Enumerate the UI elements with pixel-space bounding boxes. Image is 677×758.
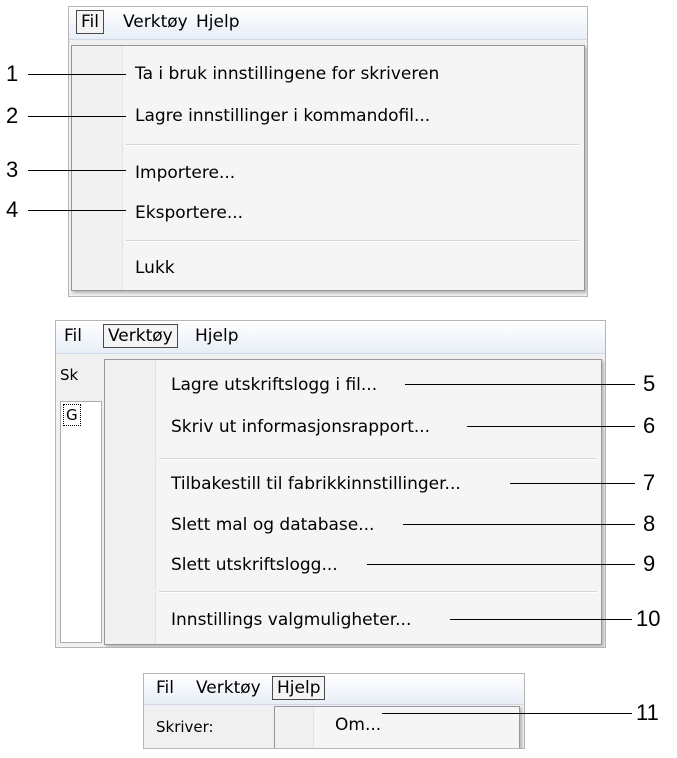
tools-dropdown: Lagre utskriftslogg i fil... Skriv ut in… bbox=[104, 359, 602, 645]
menu-verktoy[interactable]: Verktøy bbox=[103, 324, 178, 348]
menu-bar: Fil Verktøy Hjelp bbox=[69, 7, 587, 40]
callout-number: 1 bbox=[6, 61, 19, 86]
file-menu-screenshot: Fil Verktøy Hjelp Ta i bruk innstillinge… bbox=[68, 6, 588, 297]
printer-label: Skriver: bbox=[156, 718, 214, 736]
callout-number: 11 bbox=[636, 700, 659, 725]
menu-item-print-info-report[interactable]: Skriv ut informasjonsrapport... bbox=[171, 416, 430, 438]
callout-leader-line bbox=[367, 564, 635, 565]
callout-leader-line bbox=[28, 170, 126, 171]
menu-item-import[interactable]: Importere... bbox=[135, 162, 235, 184]
callout-leader-line bbox=[28, 210, 126, 211]
callout-leader-line bbox=[467, 426, 635, 427]
menu-separator bbox=[159, 591, 597, 593]
menu-icon-gutter bbox=[105, 360, 156, 644]
menu-hjelp[interactable]: Hjelp bbox=[191, 325, 242, 347]
callout-leader-line bbox=[405, 384, 635, 385]
menu-item-close[interactable]: Lukk bbox=[135, 257, 175, 279]
menu-bar: Fil Verktøy Hjelp bbox=[144, 674, 524, 705]
file-dropdown: Ta i bruk innstillingene for skriveren L… bbox=[71, 45, 585, 291]
callout-number: 5 bbox=[643, 371, 656, 396]
menu-item-factory-reset[interactable]: Tilbakestill til fabrikkinnstillinger... bbox=[171, 473, 461, 495]
menu-fil[interactable]: Fil bbox=[60, 325, 86, 347]
callout-leader-line bbox=[403, 524, 635, 525]
callout-number: 2 bbox=[6, 103, 19, 128]
callout-number: 10 bbox=[636, 606, 661, 631]
menu-separator bbox=[126, 240, 580, 242]
menu-item-export[interactable]: Eksportere... bbox=[135, 202, 243, 224]
menu-verktoy[interactable]: Verktøy bbox=[192, 677, 265, 699]
menu-separator bbox=[126, 144, 580, 146]
menu-item-about[interactable]: Om... bbox=[335, 714, 381, 736]
menu-item-save-command-file[interactable]: Lagre innstillinger i kommandofil... bbox=[135, 105, 430, 127]
callout-leader-line bbox=[28, 74, 126, 75]
menu-fil[interactable]: Fil bbox=[152, 677, 178, 699]
menu-verktoy[interactable]: Verktøy bbox=[119, 11, 192, 33]
callout-number: 3 bbox=[6, 157, 19, 182]
background-label: Sk bbox=[60, 366, 79, 384]
menu-icon-gutter bbox=[275, 707, 314, 748]
callout-number: 8 bbox=[643, 511, 656, 536]
menu-item-option-settings[interactable]: Innstillings valgmuligheter... bbox=[171, 609, 411, 631]
menu-item-delete-print-log[interactable]: Slett utskriftslogg... bbox=[171, 554, 338, 576]
menu-bar: Fil Verktøy Hjelp bbox=[56, 321, 605, 354]
callout-number: 6 bbox=[643, 413, 656, 438]
menu-hjelp[interactable]: Hjelp bbox=[272, 676, 326, 700]
background-group-box: G bbox=[60, 401, 102, 643]
callout-leader-line bbox=[382, 713, 632, 714]
background-box-label: G bbox=[63, 404, 81, 426]
menu-hjelp[interactable]: Hjelp bbox=[192, 11, 243, 33]
menu-icon-gutter bbox=[72, 46, 123, 290]
tools-menu-screenshot: Fil Verktøy Hjelp Sk G Lagre utskriftslo… bbox=[55, 320, 606, 648]
help-menu-screenshot: Fil Verktøy Hjelp Skriver: Om... bbox=[143, 673, 525, 749]
menu-fil[interactable]: Fil bbox=[76, 10, 104, 34]
menu-separator bbox=[159, 458, 597, 460]
callout-leader-line bbox=[510, 483, 635, 484]
callout-leader-line bbox=[450, 619, 632, 620]
menu-item-delete-template-database[interactable]: Slett mal og database... bbox=[171, 514, 374, 536]
menu-item-apply-settings[interactable]: Ta i bruk innstillingene for skriveren bbox=[135, 63, 439, 85]
callout-number: 9 bbox=[643, 551, 656, 576]
callout-leader-line bbox=[28, 116, 126, 117]
callout-number: 4 bbox=[6, 197, 19, 222]
menu-item-save-print-log[interactable]: Lagre utskriftslogg i fil... bbox=[171, 374, 377, 396]
callout-number: 7 bbox=[643, 470, 656, 495]
